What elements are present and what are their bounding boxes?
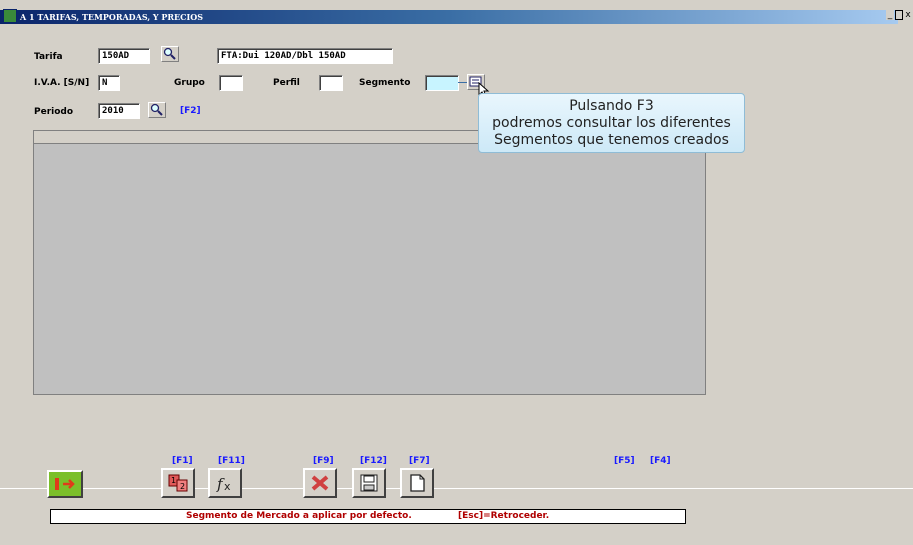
tooltip-line-2: podremos consultar los diferentes [492,115,731,131]
window-title: A 1 TARIFAS, TEMPORADAS, Y PRECIOS [20,12,204,22]
window-controls: _ x [886,10,912,20]
data-grid[interactable] [33,130,706,395]
save-button[interactable] [352,468,386,498]
magnifier-icon [150,103,163,116]
numbered-pages-button[interactable]: 12 [161,468,195,498]
exit-button[interactable] [47,470,83,498]
function-button[interactable]: fx [208,468,242,498]
perfil-field[interactable] [319,75,343,91]
close-button[interactable]: x [904,10,912,20]
f11-key: [F11] [218,456,245,466]
f7-key: [F7] [409,456,430,466]
app-icon [3,9,17,23]
status-bar: Segmento de Mercado a aplicar por defect… [50,509,686,524]
tooltip-line-3: Segmentos que tenemos creados [494,132,729,148]
numbered-pages-icon: 12 [168,474,188,492]
toolbar-separator [0,488,913,489]
tooltip-line-1: Pulsando F3 [569,98,654,114]
exit-icon [55,478,75,490]
svg-text:x: x [224,480,231,493]
delete-cross-icon [311,475,329,491]
segmento-label: Segmento [359,78,411,88]
f9-key: [F9] [313,456,334,466]
tarifa-field[interactable]: 150AD [98,48,150,64]
periodo-search-button[interactable] [148,102,166,118]
minimize-button[interactable]: _ [886,10,894,20]
f12-key: [F12] [360,456,387,466]
grupo-field[interactable] [219,75,243,91]
f1-key: [F1] [172,456,193,466]
segmento-field[interactable] [425,75,459,91]
periodo-f2-key: [F2] [180,106,201,116]
restore-button[interactable] [895,10,903,20]
f4-key: [F4] [650,456,671,466]
title-bar: A 1 TARIFAS, TEMPORADAS, Y PRECIOS _ x [0,0,913,24]
perfil-label: Perfil [273,78,300,88]
save-floppy-icon [360,474,378,492]
new-page-icon [410,474,425,492]
function-fx-icon: fx [216,475,231,493]
periodo-label: Periodo [34,107,74,117]
grupo-label: Grupo [174,78,205,88]
iva-field[interactable]: N [98,75,120,91]
iva-label: I.V.A. [S/N] [34,78,90,88]
tarifa-description-field[interactable]: FTA:Dui 120AD/Dbl 150AD [217,48,393,64]
new-button[interactable] [400,468,434,498]
magnifier-icon [163,47,176,60]
status-message: Segmento de Mercado a aplicar por defect… [186,511,412,521]
svg-text:2: 2 [180,482,185,491]
delete-button[interactable] [303,468,337,498]
f5-key: [F5] [614,456,635,466]
status-hint: [Esc]=Retroceder. [458,511,550,521]
tarifa-search-button[interactable] [161,46,179,62]
segment-tooltip: Pulsando F3 podremos consultar los difer… [478,93,745,153]
svg-text:1: 1 [171,476,176,485]
periodo-field[interactable]: 2010 [98,103,140,119]
tarifa-label: Tarifa [34,52,63,62]
